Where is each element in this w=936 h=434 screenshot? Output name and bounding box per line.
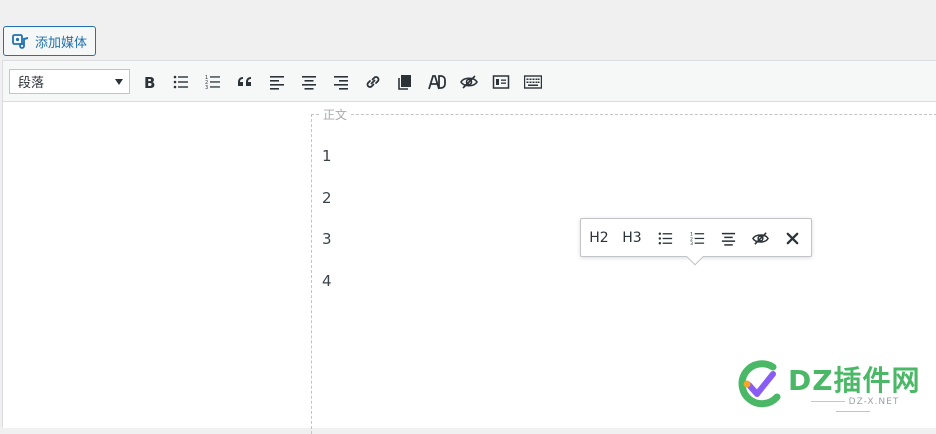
align-center-icon	[721, 232, 735, 246]
bullet-list-icon	[173, 75, 188, 89]
align-right-button[interactable]	[329, 70, 353, 94]
frame-button[interactable]	[489, 70, 513, 94]
frame-icon	[492, 75, 510, 89]
h3-label: H3	[622, 230, 642, 246]
media-icon	[12, 32, 30, 50]
numbered-list-icon: 123	[689, 231, 704, 247]
align-center-button[interactable]	[297, 70, 321, 94]
editor-toolbar: 段落 B 123	[3, 61, 936, 102]
bold-icon: B	[144, 74, 155, 91]
ad-button[interactable]	[425, 70, 449, 94]
keyboard-button[interactable]	[521, 70, 545, 94]
h2-button[interactable]: H2	[588, 226, 610, 250]
svg-text:3: 3	[205, 85, 208, 91]
close-icon	[786, 232, 798, 244]
block-label: 正文	[321, 106, 350, 123]
svg-text:3: 3	[689, 241, 692, 247]
content-line[interactable]: 2	[322, 189, 332, 207]
align-left-icon	[270, 76, 284, 90]
bold-button[interactable]: B	[137, 70, 161, 94]
top-area: 添加媒体	[0, 0, 936, 60]
content-line[interactable]: 3	[322, 230, 332, 248]
hide-button[interactable]	[457, 70, 481, 94]
add-media-button[interactable]: 添加媒体	[3, 26, 96, 56]
watermark: DZ插件网 DZ-X.NET	[733, 353, 933, 418]
format-select-value: 段落	[18, 76, 45, 91]
watermark-domain: DZ-X.NET	[788, 397, 918, 417]
inline-hide-button[interactable]	[749, 226, 771, 250]
blockquote-button[interactable]	[233, 70, 257, 94]
link-button[interactable]	[361, 70, 385, 94]
add-media-label: 添加媒体	[35, 35, 88, 51]
svg-text:B: B	[144, 74, 155, 91]
numbered-list-button[interactable]: 123	[201, 70, 225, 94]
content-line[interactable]: 4	[322, 272, 332, 290]
ad-icon	[428, 75, 446, 90]
align-right-icon	[334, 76, 348, 90]
content-line[interactable]: 1	[322, 147, 332, 165]
inline-toolbar: H2 H3 123	[580, 218, 812, 266]
chevron-down-icon	[115, 79, 123, 85]
hide-icon	[460, 75, 478, 89]
align-left-button[interactable]	[265, 70, 289, 94]
h2-label: H2	[589, 230, 609, 246]
h3-button[interactable]: H3	[620, 226, 644, 250]
inline-bullet-list-button[interactable]	[654, 226, 676, 250]
align-center-icon	[302, 76, 316, 90]
copy-button[interactable]	[393, 70, 417, 94]
link-icon	[366, 76, 380, 88]
watermark-brand: DZ插件网	[788, 364, 921, 397]
keyboard-icon	[524, 75, 542, 89]
inline-numbered-list-button[interactable]: 123	[686, 226, 708, 250]
inline-remove-button[interactable]	[781, 226, 803, 250]
inline-align-center-button[interactable]	[717, 226, 739, 250]
watermark-logo-icon	[738, 360, 781, 408]
blockquote-icon	[238, 77, 251, 86]
bullet-list-button[interactable]	[169, 70, 193, 94]
hide-icon	[751, 231, 769, 245]
format-select[interactable]: 段落	[9, 69, 130, 94]
bullet-list-icon	[658, 232, 672, 244]
numbered-list-icon: 123	[205, 75, 220, 91]
copy-icon	[398, 75, 411, 90]
